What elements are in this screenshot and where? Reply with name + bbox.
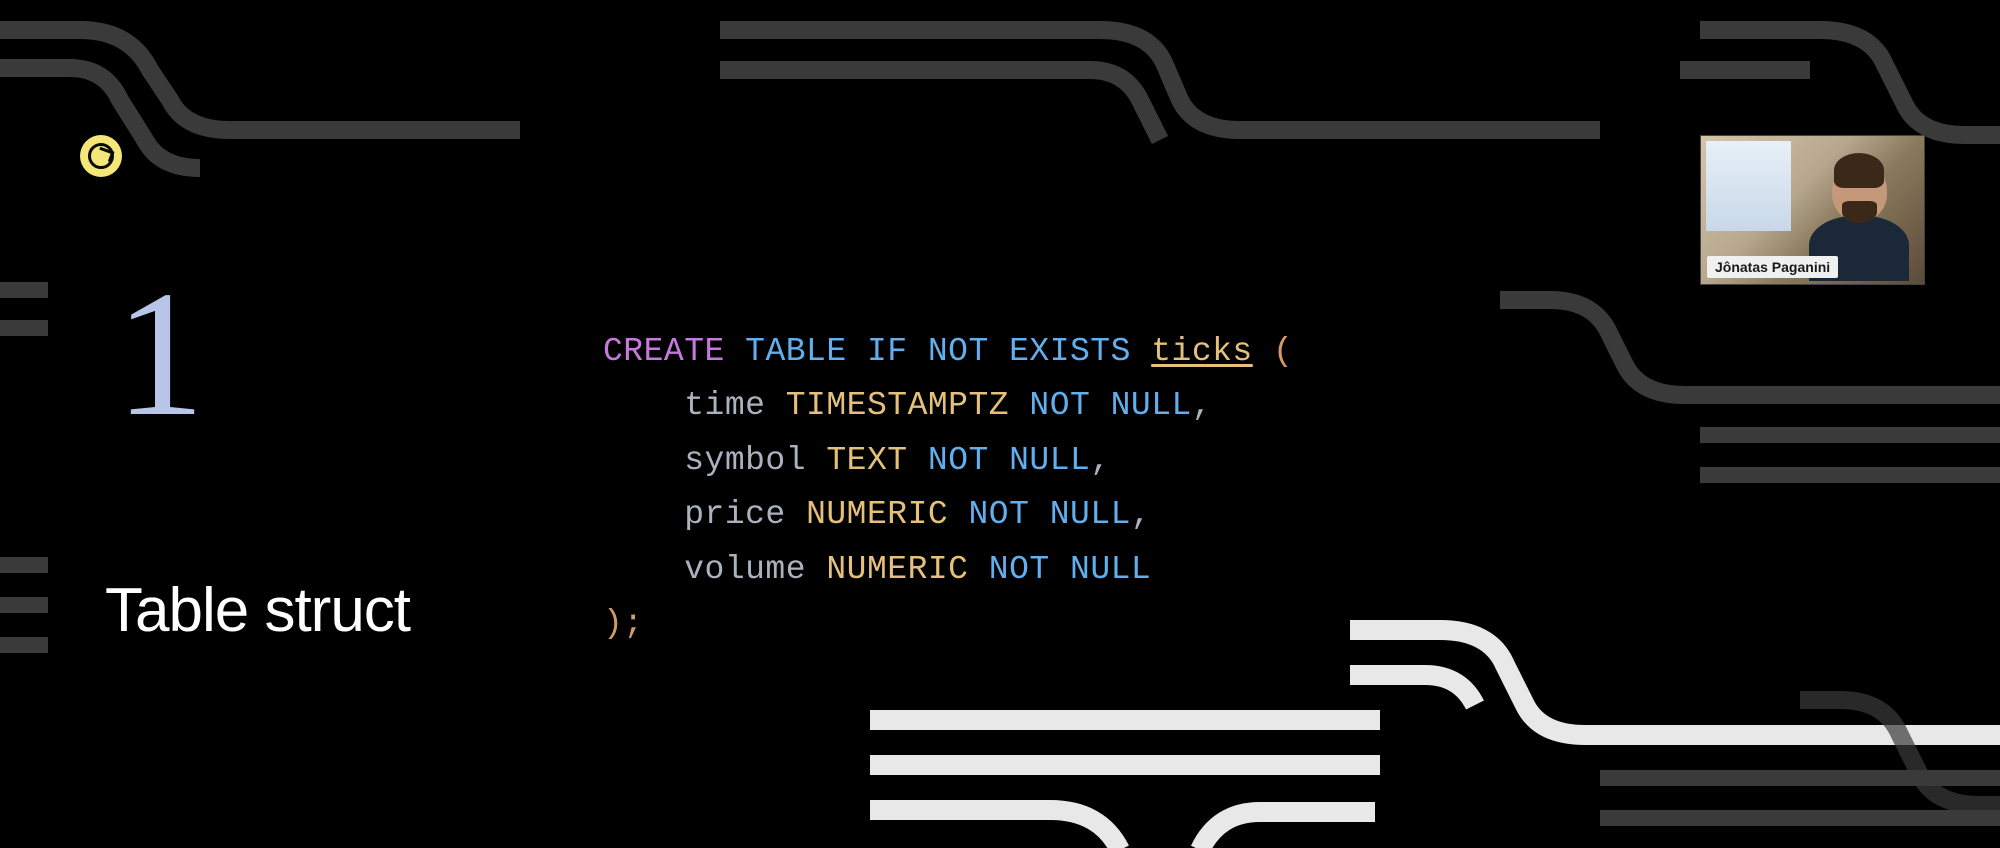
- sql-code-block: CREATE TABLE IF NOT EXISTS ticks ( time …: [603, 325, 1293, 652]
- slide-number: 1: [115, 250, 205, 457]
- code-line-5: volume NUMERIC NOT NULL: [603, 543, 1293, 597]
- webcam-background-window: [1706, 141, 1791, 231]
- code-line-2: time TIMESTAMPTZ NOT NULL,: [603, 379, 1293, 433]
- code-line-3: symbol TEXT NOT NULL,: [603, 434, 1293, 488]
- code-line-6: );: [603, 597, 1293, 651]
- slide-title: Table struct: [105, 575, 410, 646]
- presenter-webcam: Jônatas Paganini: [1700, 135, 1925, 285]
- code-line-4: price NUMERIC NOT NULL,: [603, 488, 1293, 542]
- timescale-logo-icon: [80, 135, 122, 177]
- presenter-name-label: Jônatas Paganini: [1707, 256, 1838, 278]
- code-line-1: CREATE TABLE IF NOT EXISTS ticks (: [603, 325, 1293, 379]
